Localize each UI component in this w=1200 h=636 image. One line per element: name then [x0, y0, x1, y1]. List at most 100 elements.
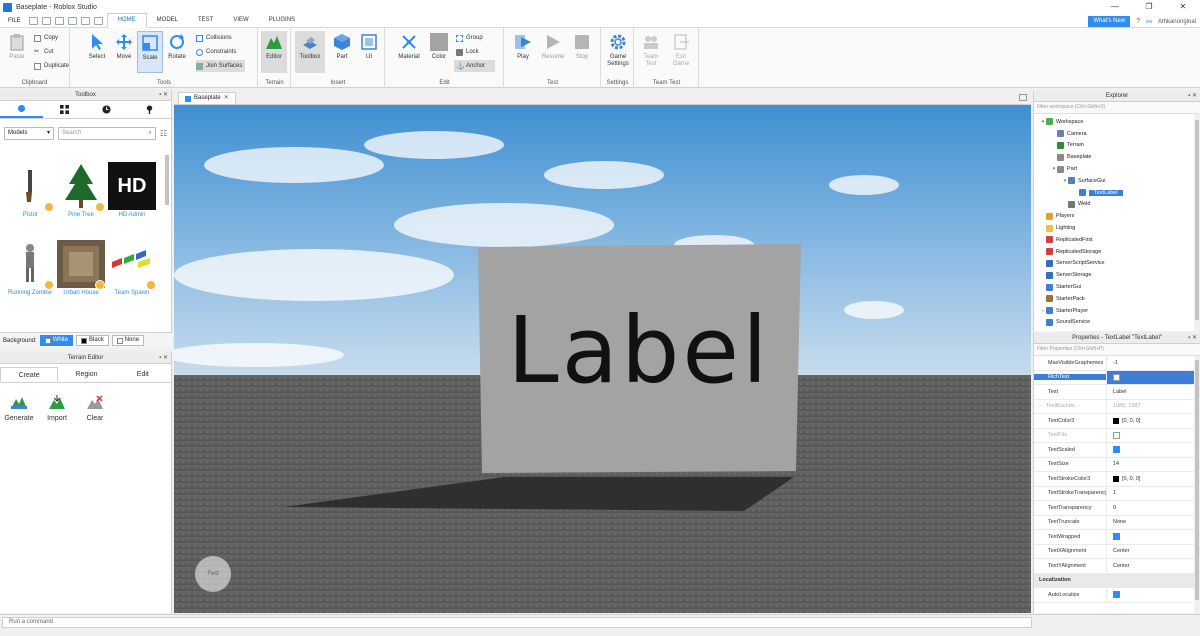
property-row[interactable]: TextYAlignment Center	[1034, 559, 1200, 574]
game-settings-button[interactable]: Game Settings	[604, 31, 632, 73]
maximize-viewport-icon[interactable]	[1019, 94, 1027, 101]
toolbox-button[interactable]: Toolbox	[295, 31, 325, 73]
color-button[interactable]: Color	[426, 31, 452, 73]
team-test-button[interactable]: Team Test	[638, 31, 664, 73]
property-row[interactable]: MaxVisibleGraphemes -1	[1034, 356, 1200, 371]
property-value[interactable]: Center	[1106, 544, 1200, 558]
category-select[interactable]: Models ▾	[4, 126, 54, 140]
panel-pin-close-icon[interactable]: ▪ ✕	[1188, 333, 1197, 343]
play-button[interactable]: Play	[510, 31, 536, 73]
collisions-toggle[interactable]: Collisions	[196, 32, 232, 44]
explorer-item[interactable]: Weld	[1034, 199, 1200, 211]
explorer-item[interactable]: StarterGui	[1034, 281, 1200, 293]
property-row[interactable]: TextFits	[1034, 428, 1200, 443]
tab-baseplate[interactable]: Baseplate ✕	[178, 92, 236, 104]
whats-new-button[interactable]: What's New	[1088, 16, 1131, 27]
property-row[interactable]: TextStrokeTransparency 1	[1034, 486, 1200, 501]
property-row[interactable]: › TextBounds 1085, 1087	[1034, 399, 1200, 414]
panel-pin-close-icon[interactable]: ▪ ✕	[1188, 91, 1197, 101]
generate-button[interactable]: Generate	[4, 395, 34, 422]
close-button[interactable]: ✕	[1166, 0, 1200, 14]
explorer-item[interactable]: StarterPack	[1034, 293, 1200, 305]
explorer-item[interactable]: ▾ Workspace	[1034, 116, 1200, 128]
explorer-item[interactable]: ServerStorage	[1034, 269, 1200, 281]
toolbox-search-input[interactable]: Search ⌕	[58, 126, 156, 140]
rotate-button[interactable]: Rotate	[164, 31, 190, 73]
stop-button[interactable]: Stop	[569, 31, 595, 73]
restore-button[interactable]: ❐	[1132, 0, 1166, 14]
checkbox-unchecked-icon[interactable]	[1113, 373, 1120, 381]
property-value[interactable]	[1106, 588, 1200, 602]
tab-plugins[interactable]: PLUGINS	[259, 14, 305, 27]
property-value[interactable]: 14	[1106, 457, 1200, 471]
explorer-item[interactable]: Terrain	[1034, 140, 1200, 152]
resume-button[interactable]: Resume	[539, 31, 567, 73]
panel-pin-close-icon[interactable]: ▪ ✕	[159, 90, 168, 100]
explorer-item[interactable]: Lighting	[1034, 222, 1200, 234]
move-button[interactable]: Move	[111, 31, 137, 73]
checkbox-checked-icon[interactable]	[1113, 446, 1120, 454]
background-white-option[interactable]: White	[39, 335, 74, 346]
scale-button[interactable]: Scale	[137, 31, 163, 73]
expand-property-icon[interactable]: ›	[1039, 403, 1041, 409]
property-row[interactable]: TextColor3 [0, 0, 0]	[1034, 414, 1200, 429]
checkbox-checked-icon[interactable]	[1113, 533, 1120, 541]
duplicate-button[interactable]: Duplicate	[34, 60, 69, 72]
explorer-filter-input[interactable]: Filter workspace (Ctrl+Shift+X)	[1034, 102, 1200, 114]
asset-item[interactable]: Pine Tree	[56, 162, 106, 242]
property-value[interactable]	[1106, 428, 1200, 442]
property-value[interactable]	[1106, 443, 1200, 457]
redo-icon[interactable]	[67, 16, 77, 25]
tab-test[interactable]: TEST	[188, 14, 223, 27]
3d-viewport[interactable]: Label Fwd	[174, 105, 1031, 613]
tab-edit[interactable]: Edit	[115, 367, 171, 382]
checkbox-checked-icon[interactable]	[1113, 591, 1120, 599]
lock-button[interactable]: Lock	[456, 46, 479, 58]
property-value[interactable]: 0	[1106, 501, 1200, 515]
copy-button[interactable]: Copy	[34, 32, 58, 44]
material-button[interactable]: Material	[395, 31, 423, 73]
asset-item[interactable]: Team Spawn	[107, 240, 157, 320]
explorer-item[interactable]: ServerScriptService	[1034, 258, 1200, 270]
color-swatch-icon[interactable]	[1113, 417, 1119, 424]
forward-button[interactable]: Fwd	[195, 556, 231, 592]
constraints-toggle[interactable]: Constraints	[196, 46, 236, 58]
explorer-item[interactable]: ▾ SurfaceGui	[1034, 175, 1200, 187]
join-surfaces-toggle[interactable]: Join Surfaces	[196, 60, 246, 72]
explorer-item[interactable]: ▾ Part	[1034, 163, 1200, 175]
property-value[interactable]: 1	[1106, 486, 1200, 500]
cut-button[interactable]: ✂ Cut	[34, 46, 53, 58]
property-value[interactable]: -1	[1106, 356, 1200, 370]
property-value[interactable]: [0, 0, 0]	[1106, 472, 1200, 486]
minimize-button[interactable]: —	[1098, 0, 1132, 14]
command-bar-input[interactable]: Run a command	[2, 617, 1032, 628]
properties-filter-input[interactable]: Filter Properties (Ctrl+Shift+P)	[1034, 344, 1200, 356]
tab-region[interactable]: Region	[58, 367, 114, 382]
save-icon[interactable]	[80, 16, 90, 25]
explorer-item[interactable]: TextLabel	[1034, 187, 1200, 199]
property-row[interactable]: TextXAlignment Center	[1034, 544, 1200, 559]
search-icon[interactable]: ⌕	[148, 128, 151, 139]
select-button[interactable]: Select	[84, 31, 110, 73]
toolbox-scrollbar[interactable]	[165, 155, 169, 205]
exit-game-button[interactable]: Exit Game	[668, 31, 694, 73]
explorer-scrollbar[interactable]	[1194, 114, 1200, 331]
property-row[interactable]: Text Label	[1034, 385, 1200, 400]
property-row[interactable]: AutoLocalize	[1034, 588, 1200, 603]
help-icon[interactable]: ?	[1136, 18, 1140, 25]
property-value[interactable]: 1085, 1087	[1106, 399, 1200, 413]
close-tab-icon[interactable]: ✕	[224, 93, 229, 104]
color-swatch-icon[interactable]	[1113, 475, 1119, 482]
open-folder-icon[interactable]	[41, 16, 51, 25]
import-button[interactable]: Import	[42, 395, 72, 422]
explorer-item[interactable]: › StarterPlayer	[1034, 305, 1200, 317]
property-value[interactable]	[1106, 530, 1200, 544]
tab-inventory[interactable]	[43, 101, 86, 118]
anchor-toggle[interactable]: ⚓ Anchor	[454, 60, 496, 72]
explorer-item[interactable]: Camera	[1034, 128, 1200, 140]
property-row[interactable]: TextWrapped	[1034, 530, 1200, 545]
explorer-item[interactable]: SoundService	[1034, 317, 1200, 329]
ui-button[interactable]: UI	[356, 31, 382, 73]
properties-scrollbar[interactable]	[1194, 356, 1200, 613]
text-label[interactable]: Label	[478, 301, 800, 401]
